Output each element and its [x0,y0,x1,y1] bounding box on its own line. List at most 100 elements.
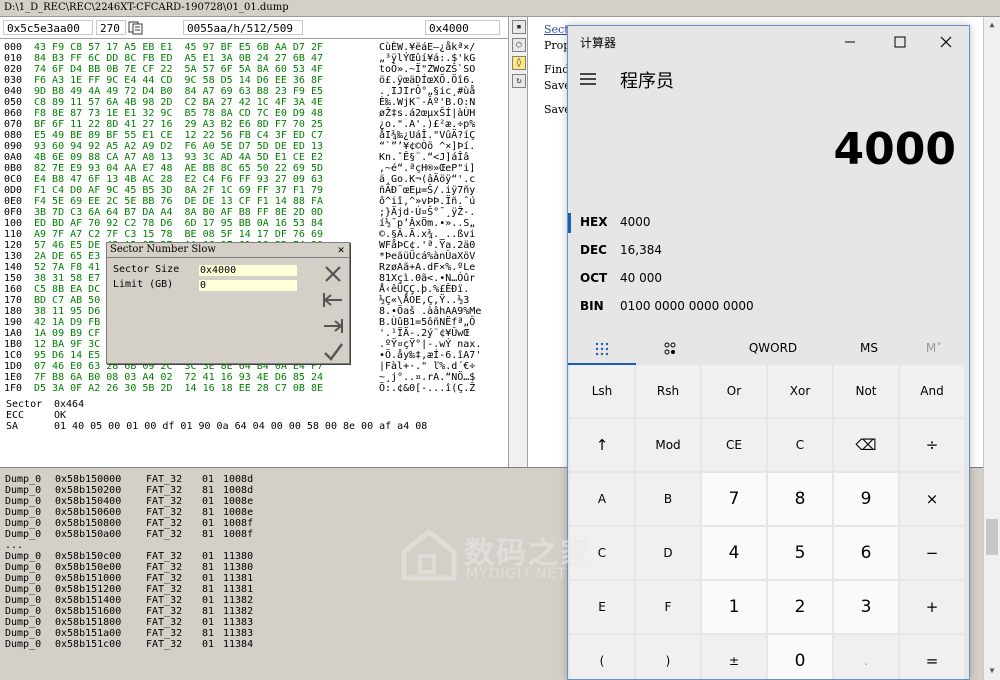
key-and[interactable]: And [900,365,964,417]
key-a[interactable]: A [570,473,634,525]
hex-bytes[interactable]: E4 B8 47 6F 13 4B AC 28 E2 C4 F6 FF 93 2… [34,174,323,185]
hex-bytes[interactable]: 9D B8 49 4A 49 72 D4 B0 84 A7 69 63 B8 2… [34,86,323,97]
key-sym35[interactable]: − [900,527,964,579]
hex-ascii[interactable]: øŽ‡s.á2œµxŠÍ|àÙH [379,108,475,119]
hex-ascii[interactable]: *ÞeãüÜcá%ànÛaXöV [379,251,475,262]
hex-bytes[interactable]: 84 B3 FF 6C DD 8C FB ED A5 E1 3A 0B 24 2… [34,53,323,64]
hex-bytes[interactable]: F1 C4 D0 AF 9C 45 B5 3D 8A 2F 1C 69 FF 3… [34,185,323,196]
hex-bytes[interactable]: BF 6F 11 22 8D 41 27 16 29 A3 B2 E6 8D F… [34,119,323,130]
hex-ascii[interactable]: „³ÿlÝŒûí¥á:.$'kG [379,53,475,64]
address-field[interactable]: 0x5c5e3aa00 [3,20,93,35]
hex-ascii[interactable]: Å‹êÜÇÇ.þ.%£ÊÐï. [379,284,469,295]
key-0[interactable]: 0 [768,635,832,679]
search-icon[interactable]: ○ [512,38,526,52]
hex-bytes[interactable]: 7F B8 6A B0 08 03 A4 02 72 41 16 93 4E D… [34,372,323,383]
hex-row[interactable]: 080 E5 49 BE 89 BF 55 E1 CE 12 22 56 FB C… [0,130,508,141]
hex-ascii[interactable]: toÔ».~Ï"ZWoZŠ`SO [379,64,475,75]
key-sym54[interactable]: . [834,635,898,679]
hex-row[interactable]: 110 A9 7F A7 C2 7F C3 15 78 BE 08 5F 14 1… [0,229,508,240]
hex-ascii[interactable]: 8.•Öaš .àâhAA9%Me [379,306,481,317]
key-7[interactable]: 7 [702,473,766,525]
hex-row[interactable]: 0D0 F1 C4 D0 AF 9C 45 B5 3D 8A 2F 1C 69 F… [0,185,508,196]
hex-row[interactable]: 060 F8 8E 87 73 1E E1 32 9C B5 78 8A CD 7… [0,108,508,119]
bulb-icon[interactable]: ◊ [512,56,526,70]
hex-row[interactable]: 030 F6 A3 1E FF 9C E4 44 CD 9C 58 D5 14 D… [0,75,508,86]
key-sym52[interactable]: ± [702,635,766,679]
hex-bytes[interactable]: 3B 7D C3 6A 64 B7 DA A4 8A B0 AF B8 FF 8… [34,207,323,218]
maximize-icon[interactable] [880,30,920,54]
hex-ascii[interactable]: B.ÙûB1=5ôñNËfª„Ô [379,317,475,328]
key-b[interactable]: B [636,473,700,525]
hex-bytes[interactable]: D5 3A 0F A2 26 30 5B 2D 14 16 18 EE 28 C… [34,383,323,394]
hex-row[interactable]: 040 9D B8 49 4A 49 72 D4 B0 84 A7 69 63 B… [0,86,508,97]
key-sym10[interactable]: ↑ [570,419,634,471]
key-d[interactable]: D [636,527,700,579]
sector-size-input[interactable] [199,265,297,276]
word-size-button[interactable]: QWORD [718,331,828,365]
hex-row[interactable]: 070 BF 6F 11 22 8D 41 27 16 29 A3 B2 E6 8… [0,119,508,130]
hex-ascii[interactable]: CùÈW.¥ëáE—¿åkª×/ [379,42,475,53]
hex-bytes[interactable]: ED BD AF 70 92 C2 78 D6 6D 17 95 BB 0A 1… [34,218,323,229]
hex-row[interactable]: 100 ED BD AF 70 92 C2 78 D6 6D 17 95 BB 0… [0,218,508,229]
cancel-x-icon[interactable] [321,263,345,285]
key-8[interactable]: 8 [768,473,832,525]
bit-toggle-tab[interactable] [636,331,704,365]
hex-ascii[interactable]: ~¸j°..¤.rA.“NÖ…$ [379,372,475,383]
hex-ascii[interactable]: È‰.WjK˜-Âº'B.O:N [379,97,475,108]
hex-bytes[interactable]: A9 7F A7 C2 7F C3 15 78 BE 08 5F 14 17 D… [34,229,323,240]
hex-row[interactable]: 1F0 D5 3A 0F A2 26 30 5B 2D 14 16 18 EE 2… [0,383,508,394]
arrow-right-icon[interactable] [321,315,345,337]
hex-bytes[interactable]: 4B 6E 09 88 CA A7 A8 13 93 3C AD 4A 5D E… [34,152,323,163]
hex-ascii[interactable]: ¿o.".A'.)£²æ.÷p% [379,119,475,130]
memory-store-button[interactable]: MS [834,331,904,365]
hex-bytes[interactable]: C8 89 11 57 6A 4B 98 2D C2 BA 27 42 1C 4… [34,97,323,108]
hex-ascii[interactable]: Õ:.¢&0[-...î(Ç.Ž [379,383,475,394]
hex-ascii[interactable]: .ºŸ¤çŸ°|-.wÝ nax. [379,339,481,350]
key-2[interactable]: 2 [768,581,832,633]
location-field[interactable]: 0055aa/h/512/509 [183,20,303,35]
hex-bytes[interactable]: E5 49 BE 89 BF 55 E1 CE 12 22 56 FB C4 3… [34,130,323,141]
hex-row[interactable]: 050 C8 89 11 57 6A 4B 98 2D C2 BA 27 42 1… [0,97,508,108]
hex-row[interactable]: 020 74 6F D4 BB 0B 7E CF 22 5A 57 6F 5A 8… [0,64,508,75]
key-lsh[interactable]: Lsh [570,365,634,417]
hex-row[interactable]: 0E0 F4 5E 69 EE 2C 5E BB 76 DE DE 13 CF F… [0,196,508,207]
key-or[interactable]: Or [702,365,766,417]
value-field[interactable]: 0x4000 [425,20,500,35]
hex-ascii[interactable]: RzøAã+A.dF×%.ºLe [379,262,475,273]
hex-row[interactable]: 000 43 F9 C8 57 17 A5 EB E1 45 97 BF E5 6… [0,42,508,53]
key-5[interactable]: 5 [768,527,832,579]
key-c[interactable]: C [768,419,832,471]
hex-row[interactable]: 0B0 82 7E E9 93 04 AA E7 48 AE BB 8C 65 5… [0,163,508,174]
hex-ascii[interactable]: 81Xçì.0ã<.•N…Óûr [379,273,475,284]
hex-ascii[interactable]: '.¹ÏÃ-.2ý¨¢¥ÛwŒ [379,328,469,339]
hex-bytes[interactable]: F4 5E 69 EE 2C 5E BB 76 DE DE 13 CF F1 1… [34,196,323,207]
scroll-thumb[interactable] [986,519,998,555]
hex-ascii[interactable]: ½Ç«\ÅÒE,Ç‚Ÿ..½3 [379,295,469,306]
hex-ascii[interactable]: ñÄÐ¯œEµ=Š/.iÿ7ñy [379,185,475,196]
hex-row[interactable]: 0F0 3B 7D C3 6A 64 B7 DA A4 8A B0 AF B8 F… [0,207,508,218]
hex-bytes[interactable]: 93 60 94 92 A5 A2 A9 D2 F6 A0 5E D7 5D D… [34,141,323,152]
key-6[interactable]: 6 [834,527,898,579]
hex-ascii[interactable]: “`”’¥¢©Òö ^×]Þí. [379,141,475,152]
hex-row[interactable]: 090 93 60 94 92 A5 A2 A9 D2 F6 A0 5E D7 5… [0,141,508,152]
confirm-check-icon[interactable] [321,341,345,363]
key-c[interactable]: C [570,527,634,579]
toolbar-button-1[interactable]: ▪ [512,20,526,34]
hex-ascii[interactable]: í½¯p’ÂxÖm.•»..S„ [379,218,475,229]
vertical-scrollbar[interactable]: ▲ ▼ [983,17,1000,680]
right-panel-label[interactable]: Sect [544,23,569,36]
hamburger-menu-icon[interactable] [580,72,596,86]
radix-oct[interactable]: OCT 40 000 [568,265,969,293]
radix-dec[interactable]: DEC 16,384 [568,237,969,265]
key-sym25[interactable]: × [900,473,964,525]
hex-ascii[interactable]: •Ö.åy‰‡‚æÍ‑6.îA7' [379,350,481,361]
key-4[interactable]: 4 [702,527,766,579]
radix-bin[interactable]: BIN 0100 0000 0000 0000 [568,293,969,321]
refresh-icon[interactable]: ↻ [512,74,526,88]
key-9[interactable]: 9 [834,473,898,525]
key-f[interactable]: F [636,581,700,633]
hex-row[interactable]: 0C0 E4 B8 47 6F 13 4B AC 28 E2 C4 F6 FF 9… [0,174,508,185]
key-mod[interactable]: Mod [636,419,700,471]
key-rsh[interactable]: Rsh [636,365,700,417]
hex-bytes[interactable]: 82 7E E9 93 04 AA E7 48 AE BB 8C 65 50 2… [34,163,323,174]
